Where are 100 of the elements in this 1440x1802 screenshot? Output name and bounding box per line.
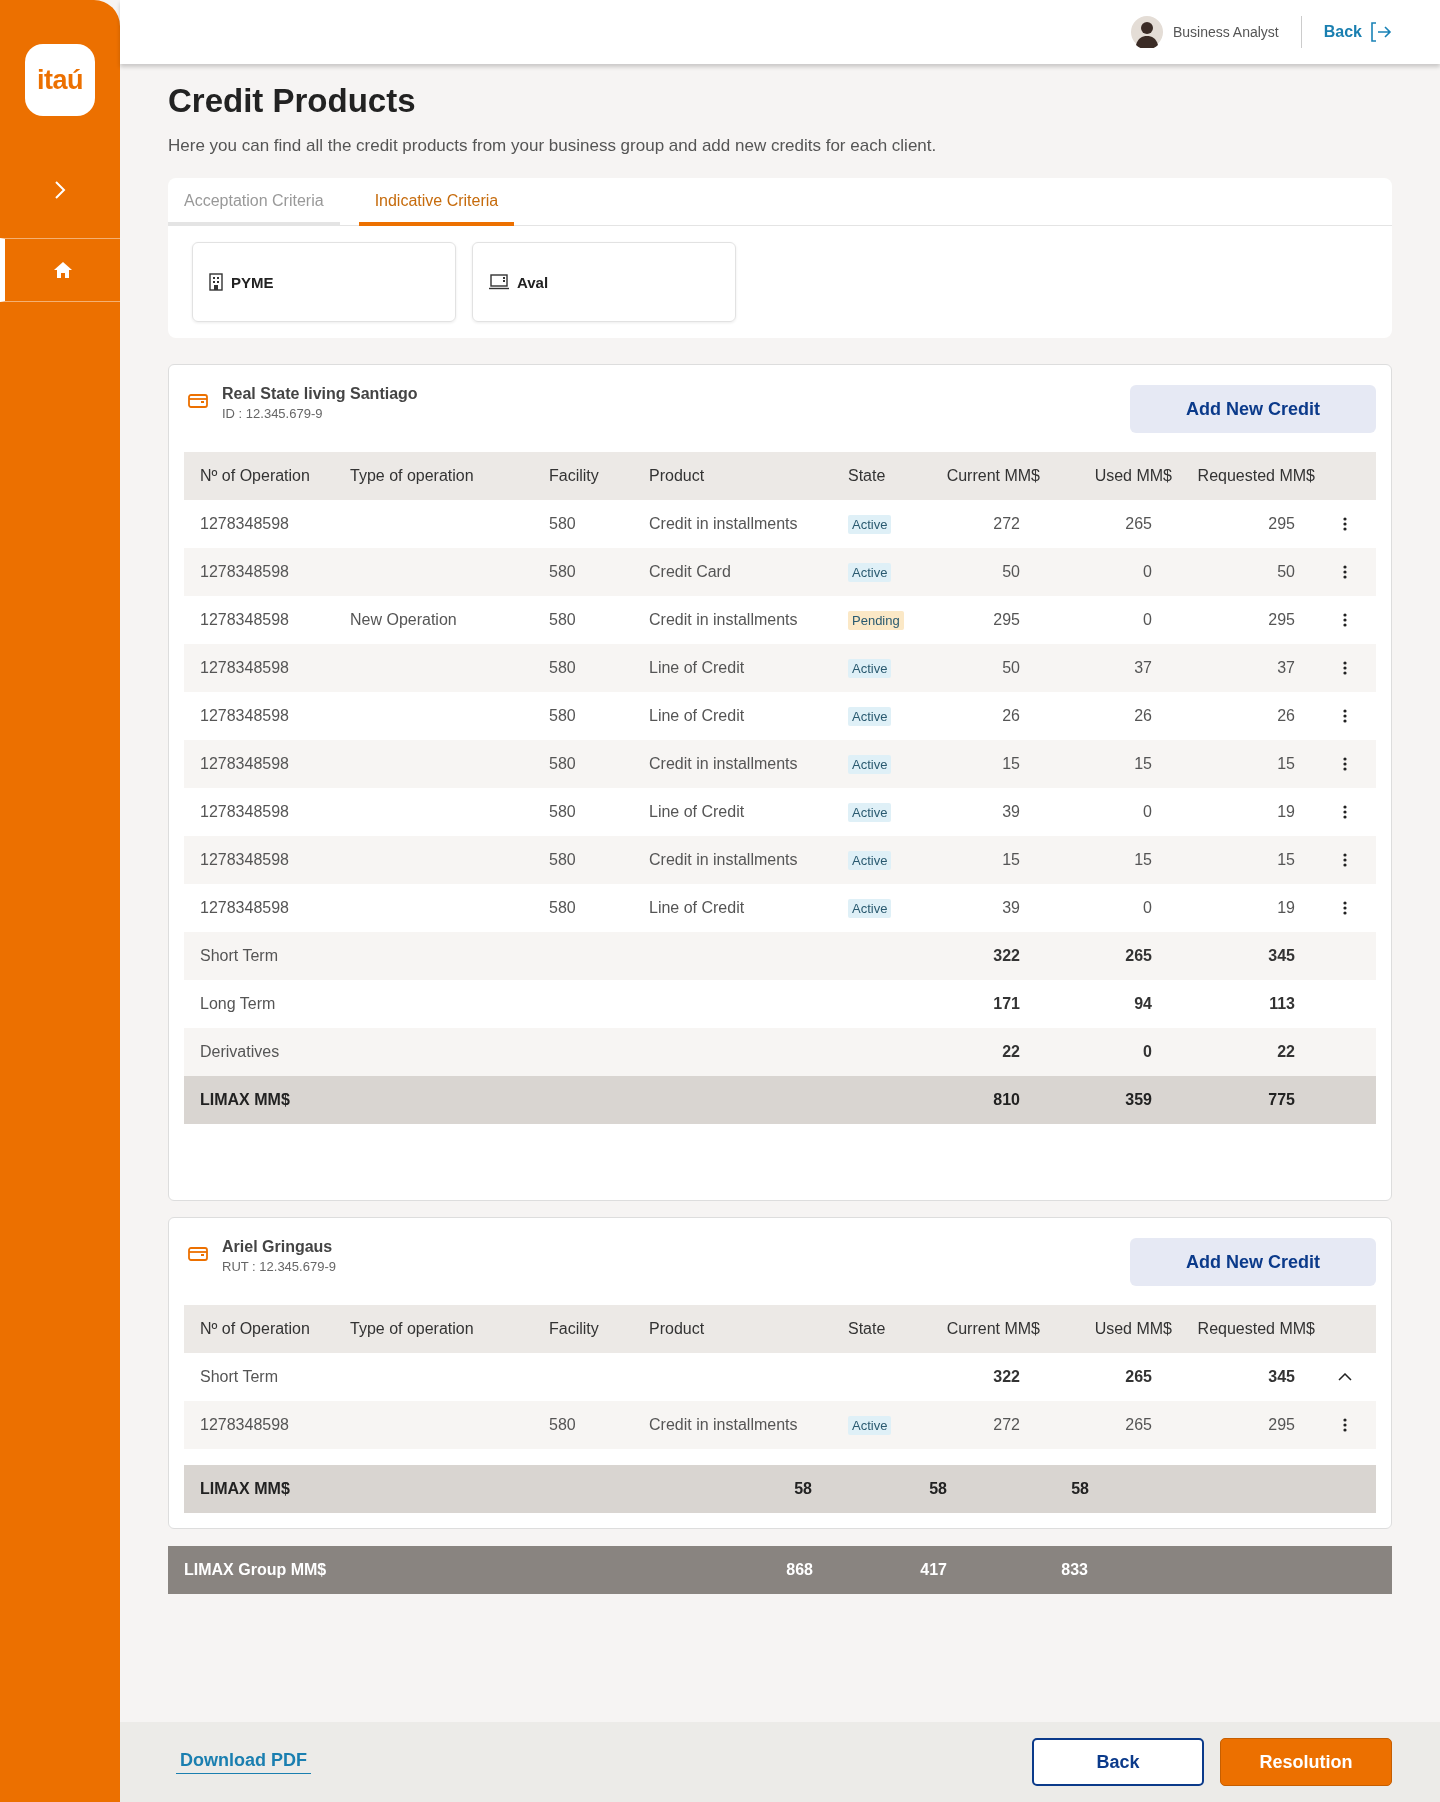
column-header: Facility xyxy=(549,1320,600,1338)
table-cell-text: 359 xyxy=(1124,1091,1153,1109)
logout-icon xyxy=(1370,22,1392,42)
table-cell-text: 580 xyxy=(549,515,577,533)
table-cell-text: 58 xyxy=(928,1480,947,1498)
table-cell-text: 580 xyxy=(549,1416,577,1434)
table-cell-text: 0 xyxy=(1142,563,1153,581)
product-card[interactable]: Aval xyxy=(472,242,736,322)
table-cell-text: 0 xyxy=(1142,803,1153,821)
table-cell-text: 580 xyxy=(549,563,577,581)
column-header: Nº of Operation xyxy=(200,1320,311,1338)
table-cell-text: 265 xyxy=(1124,515,1153,533)
table-cell-text: 26 xyxy=(1276,707,1296,725)
table-cell-text: 22 xyxy=(1276,1043,1296,1061)
table-cell-text: Line of Credit xyxy=(649,803,746,821)
table-cell-text: 171 xyxy=(992,995,1021,1013)
table-cell-text: 26 xyxy=(1133,707,1153,725)
table-cell-text: 868 xyxy=(785,1561,813,1579)
table-cell-text: 0 xyxy=(1142,899,1153,917)
table-cell-text: 295 xyxy=(1267,611,1296,629)
column-header: Used MM$ xyxy=(1093,467,1172,485)
table-cell-text: 810 xyxy=(992,1091,1021,1109)
table-cell-text: 265 xyxy=(1124,1416,1153,1434)
table-cell-text: 19 xyxy=(1276,899,1296,917)
column-header: Current MM$ xyxy=(945,1320,1040,1338)
more-icon[interactable] xyxy=(1343,853,1347,867)
table-cell-text: 580 xyxy=(549,611,577,629)
more-icon[interactable] xyxy=(1343,1418,1347,1432)
table-cell-text: 15 xyxy=(1276,851,1296,869)
table-cell-text: 295 xyxy=(1267,515,1296,533)
table-cell-text: 580 xyxy=(549,659,577,677)
status-tag: Active xyxy=(848,899,892,918)
column-header: Used MM$ xyxy=(1093,1320,1172,1338)
client-id: ID : 12.345.679-9 xyxy=(222,406,324,421)
table-cell-text: Credit in installments xyxy=(649,755,799,773)
table-cell-text: 1278348598 xyxy=(200,563,290,581)
column-header: Requested MM$ xyxy=(1196,467,1315,485)
status-tag: Active xyxy=(848,1416,892,1435)
client-name: Real State living Santiago xyxy=(222,385,419,403)
table-cell-text: 1278348598 xyxy=(200,1416,290,1434)
column-header: Facility xyxy=(549,467,600,485)
chevron-right-icon[interactable] xyxy=(54,181,66,199)
table-cell-text: Line of Credit xyxy=(649,659,746,677)
table-cell-text: 0 xyxy=(1142,1043,1153,1061)
column-header: Type of operation xyxy=(350,467,475,485)
table-cell-text: 15 xyxy=(1276,755,1296,773)
row-label: LIMAX Group MM$ xyxy=(184,1561,328,1579)
table-cell-text: 295 xyxy=(992,611,1021,629)
column-header: Product xyxy=(649,1320,706,1338)
table-cell-text: 1278348598 xyxy=(200,803,290,821)
avatar-icon xyxy=(1130,16,1163,48)
add-credit-button[interactable]: Add New Credit xyxy=(1130,1238,1376,1286)
table-cell-text: 265 xyxy=(1124,947,1153,965)
table-cell-text: 265 xyxy=(1124,1368,1153,1386)
more-icon[interactable] xyxy=(1343,805,1347,819)
table-cell-text: 22 xyxy=(1001,1043,1021,1061)
table-cell-text: 580 xyxy=(549,899,577,917)
add-credit-button[interactable]: Add New Credit xyxy=(1130,385,1376,433)
table-cell-text: 580 xyxy=(549,851,577,869)
status-tag: Active xyxy=(848,803,892,822)
more-icon[interactable] xyxy=(1343,517,1347,531)
status-tag: Active xyxy=(848,659,892,678)
table-cell-text: 50 xyxy=(1001,659,1021,677)
table-cell-text: 26 xyxy=(1001,707,1021,725)
table-cell-text: 580 xyxy=(549,803,577,821)
table-cell-text: 1278348598 xyxy=(200,659,290,677)
home-nav-item[interactable] xyxy=(0,238,120,302)
row-label: Short Term xyxy=(200,1368,279,1386)
more-icon[interactable] xyxy=(1343,613,1347,627)
more-icon[interactable] xyxy=(1343,901,1347,915)
more-icon[interactable] xyxy=(1343,709,1347,723)
status-tag: Pending xyxy=(848,611,904,630)
table-cell-text: 0 xyxy=(1142,611,1153,629)
more-icon[interactable] xyxy=(1343,661,1347,675)
status-tag: Active xyxy=(848,563,892,582)
logo: itaú xyxy=(25,44,95,116)
tab[interactable]: Indicative Criteria xyxy=(358,178,515,226)
row-label: LIMAX MM$ xyxy=(200,1480,291,1498)
table-cell-text: 37 xyxy=(1133,659,1153,677)
building-icon xyxy=(209,273,223,291)
table-cell-text: 322 xyxy=(992,1368,1021,1386)
download-link[interactable]: Download PDF xyxy=(176,1750,311,1774)
page-title: Credit Products xyxy=(168,82,417,121)
table-cell-text: 15 xyxy=(1133,851,1153,869)
more-icon[interactable] xyxy=(1343,757,1347,771)
table-cell-text: 15 xyxy=(1001,851,1021,869)
product-card[interactable]: PYME xyxy=(192,242,456,322)
table-cell-text: 833 xyxy=(1060,1561,1088,1579)
laptop-icon xyxy=(489,274,509,290)
column-header: Requested MM$ xyxy=(1196,1320,1315,1338)
table-cell-text: Line of Credit xyxy=(649,899,746,917)
table-cell-text: 345 xyxy=(1267,947,1296,965)
column-header: Type of operation xyxy=(350,1320,475,1338)
back-link[interactable]: Back xyxy=(1323,22,1392,42)
table-cell-text: 345 xyxy=(1267,1368,1296,1386)
back-button[interactable]: Back xyxy=(1032,1738,1204,1786)
chevron-up-icon[interactable] xyxy=(1338,1373,1352,1381)
more-icon[interactable] xyxy=(1343,565,1347,579)
row-label: Derivatives xyxy=(200,1043,281,1061)
wallet-icon xyxy=(188,393,208,409)
